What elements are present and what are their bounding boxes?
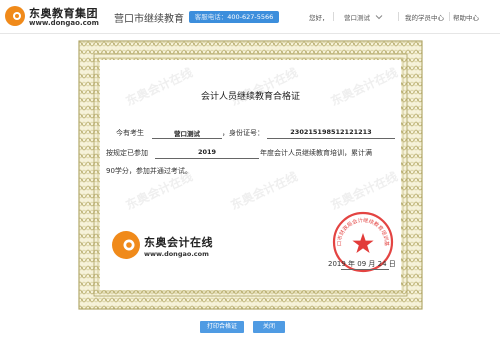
line2-prefix: 按规定已参加 (106, 149, 148, 157)
issue-date-underline (341, 269, 389, 270)
student-name-underline (152, 138, 222, 139)
certificate-brand: 东奥会计在线 www.dongao.com (111, 230, 251, 274)
line2-suffix: 年度会计人员继续教育培训，累计满 (260, 149, 372, 157)
line1-prefix: 今有考生 (116, 129, 144, 137)
id-number-underline (267, 138, 395, 139)
close-button[interactable]: 关闭 (253, 321, 285, 333)
chevron-down-icon[interactable] (375, 13, 383, 21)
training-year-underline (155, 158, 259, 159)
issue-date: 2019 年 09 月 24 日 (328, 260, 396, 268)
dongao-logo-icon (5, 6, 25, 26)
user-name[interactable]: 营口测试 (344, 12, 370, 22)
certificate: 东奥会计在线 东奥会计在线 东奥会计在线 东奥会计在线 东奥会计在线 东奥会计在… (78, 40, 423, 310)
line3-text: 90学分，参加并通过考试。 (106, 167, 192, 175)
nav-help-center[interactable]: 帮助中心 (453, 12, 479, 22)
id-number-value: 230215198512121213 (290, 128, 372, 136)
hotline-number: 400-627-5566 (227, 13, 274, 21)
site-logo[interactable]: 东奥教育集团 www.dongao.com (4, 4, 106, 30)
brand-url: www.dongao.com (144, 250, 209, 258)
dongao-logo-icon (112, 231, 140, 259)
nav-student-center[interactable]: 我的学员中心 (405, 12, 444, 22)
region-title: 营口市继续教育 (114, 14, 184, 25)
id-number-label: ，身份证号： (222, 129, 264, 137)
greeting-text: 您好， (309, 14, 329, 22)
print-certificate-button[interactable]: 打印合格证 (200, 321, 244, 333)
student-name-value: 营口测试 (174, 130, 200, 138)
nav-divider (449, 12, 450, 21)
certificate-title: 会计人员继续教育合格证 (200, 92, 300, 102)
brand-name: 东奥会计在线 (144, 236, 213, 249)
hotline-badge: 客服电话：400-627-5566 (189, 11, 279, 23)
training-year-value: 2019 (197, 148, 217, 156)
hotline-label: 客服电话： (194, 13, 228, 21)
nav-divider (333, 12, 334, 21)
logo-url: www.dongao.com (29, 19, 99, 27)
nav-divider (398, 12, 399, 21)
top-header: 东奥教育集团 www.dongao.com 营口市继续教育 客服电话：400-6… (0, 0, 500, 34)
